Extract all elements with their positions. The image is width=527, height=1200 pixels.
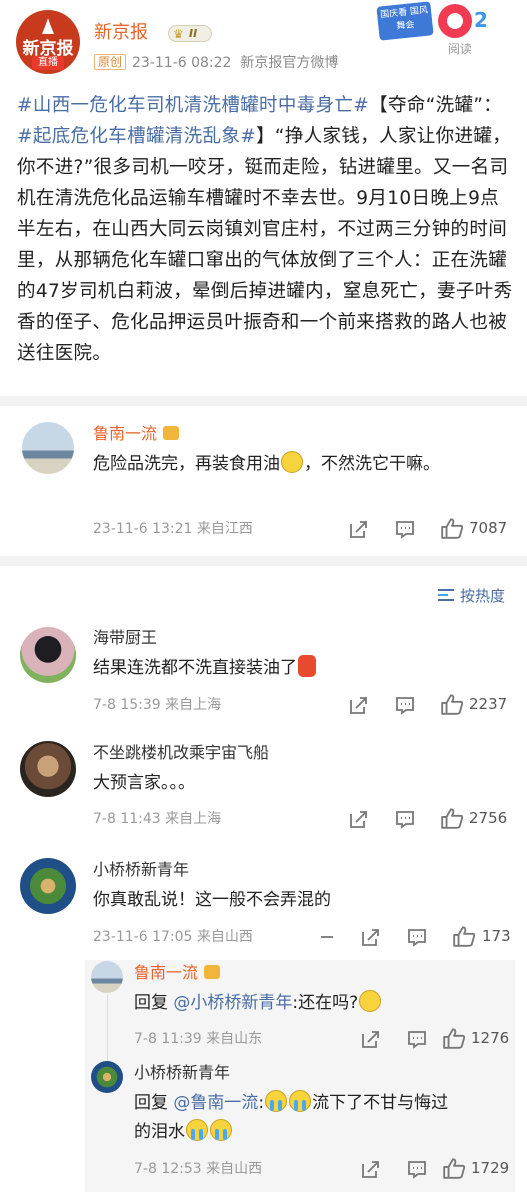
banner-badge: 国庆看 国风舞会	[376, 1, 434, 41]
author-name[interactable]: 新京报	[94, 22, 148, 44]
comment-icon[interactable]	[394, 809, 416, 829]
comment-meta: 23-11-6 13:21 来自江西	[93, 521, 253, 537]
vip-badge[interactable]: ♛ II	[168, 25, 212, 42]
share-icon[interactable]	[360, 1029, 382, 1049]
post-meta: 原创 23-11-6 08:22 新京报官方微博	[94, 54, 338, 72]
like-count: 1729	[471, 1159, 510, 1177]
reply-username[interactable]: 鲁南一流	[134, 963, 221, 983]
reply-username[interactable]: 小桥桥新青年	[134, 1063, 230, 1083]
read-label: 阅读	[448, 42, 473, 56]
crying-emoji-icon	[186, 1119, 208, 1141]
like-count: 2756	[469, 809, 508, 827]
thread-line	[107, 994, 108, 1064]
comment-username[interactable]: 小桥桥新青年	[93, 860, 189, 880]
fan-medal-icon	[163, 426, 180, 440]
like-count: 1276	[471, 1029, 510, 1047]
commenter-avatar[interactable]	[20, 858, 76, 914]
crying-emoji-icon	[289, 1090, 312, 1112]
like-icon[interactable]	[440, 517, 464, 539]
comment-username[interactable]: 不坐跳楼机改乘宇宙飞船	[93, 743, 269, 763]
comment-icon[interactable]	[394, 695, 416, 715]
like-count: 173	[482, 927, 511, 945]
tower-logo-icon	[42, 18, 54, 34]
like-icon[interactable]	[440, 807, 464, 829]
comment-meta: 23-11-6 17:05 来自山西	[93, 929, 253, 945]
fire-emoji-icon	[298, 655, 316, 677]
like-icon[interactable]	[440, 693, 464, 715]
crying-emoji-icon	[265, 1090, 288, 1112]
like-icon[interactable]	[452, 925, 476, 947]
reply-meta: 7-8 11:39 来自山东	[134, 1031, 263, 1047]
reply-avatar[interactable]	[91, 1061, 123, 1093]
comment-username[interactable]: 鲁南一流	[93, 424, 180, 444]
sort-icon	[438, 589, 454, 601]
fan-medal-icon	[204, 965, 221, 979]
vip-level: II	[189, 27, 198, 40]
comment-icon[interactable]	[406, 1159, 428, 1179]
share-icon[interactable]	[348, 519, 370, 539]
crown-icon: ♛	[173, 27, 184, 41]
block-icon[interactable]	[316, 927, 338, 947]
live-badge: 直播	[32, 56, 64, 70]
like-count: 7087	[469, 519, 508, 537]
comment-text: 大预言家。。。	[93, 773, 195, 793]
hashtag-link[interactable]: #山西一危化车司机清洗槽罐时中毒身亡#	[17, 95, 369, 116]
mention-link[interactable]: @小桥桥新青年	[173, 993, 292, 1013]
comment-text: 结果连洗都不洗直接装油了	[93, 654, 317, 683]
author-avatar[interactable]: 新京报 直播	[16, 10, 80, 74]
reply-text: 回复 @鲁南一流: 流下了不甘与悔过 的泪水	[134, 1089, 504, 1147]
comment-text: 你真敢乱说！这一般不会弄混的	[93, 890, 331, 910]
sort-by-hot[interactable]: 按热度	[438, 585, 505, 606]
comment-meta: 7-8 15:39 来自上海	[93, 697, 222, 713]
commenter-avatar[interactable]	[20, 741, 76, 797]
share-icon[interactable]	[348, 809, 370, 829]
commenter-avatar[interactable]	[22, 422, 74, 474]
post-text: 【夺命“洗罐”：	[369, 95, 503, 116]
original-tag: 原创	[94, 54, 127, 70]
section-divider	[0, 396, 527, 406]
like-icon[interactable]	[442, 1027, 466, 1049]
banner-number: 2	[474, 8, 488, 32]
comment-icon[interactable]	[394, 519, 416, 539]
reply-text: 回复 @小桥桥新青年:还在吗?	[134, 989, 382, 1018]
comment-meta: 7-8 11:43 来自上海	[93, 811, 222, 827]
like-icon[interactable]	[442, 1157, 466, 1179]
section-divider	[0, 556, 527, 566]
share-icon[interactable]	[360, 1159, 382, 1179]
crying-emoji-icon	[210, 1119, 232, 1141]
comment-username[interactable]: 海带厨王	[93, 628, 157, 648]
post-text: 】“挣人家钱，人家让你进罐，你不进?”很多司机一咬牙，铤而走险，钻进罐里。又一名…	[17, 126, 513, 364]
share-icon[interactable]	[348, 695, 370, 715]
post-source: 新京报官方微博	[240, 55, 339, 71]
comment-icon[interactable]	[406, 927, 428, 947]
like-count: 2237	[469, 695, 508, 713]
reply-avatar[interactable]	[91, 961, 123, 993]
reply-meta: 7-8 12:53 来自山西	[134, 1161, 263, 1177]
comment-icon[interactable]	[406, 1029, 428, 1049]
share-icon[interactable]	[360, 927, 382, 947]
commenter-avatar[interactable]	[20, 627, 76, 683]
sweat-emoji-icon	[359, 990, 382, 1012]
post-timestamp: 23-11-6 08:22	[132, 55, 232, 71]
event-banner[interactable]: 国庆看 国风舞会 2	[376, 0, 516, 54]
hashtag-link[interactable]: #起底危化车槽罐清洗乱象#	[17, 126, 256, 147]
mention-link[interactable]: @鲁南一流	[173, 1093, 258, 1113]
sweat-emoji-icon	[281, 451, 303, 473]
comment-text: 危险品洗完，再装食用油 ，不然洗它干嘛。	[93, 450, 478, 479]
post-body: #山西一危化车司机清洗槽罐时中毒身亡#【夺命“洗罐”： #起底危化车槽罐清洗乱象#…	[17, 90, 514, 369]
mascot-icon	[438, 4, 472, 38]
